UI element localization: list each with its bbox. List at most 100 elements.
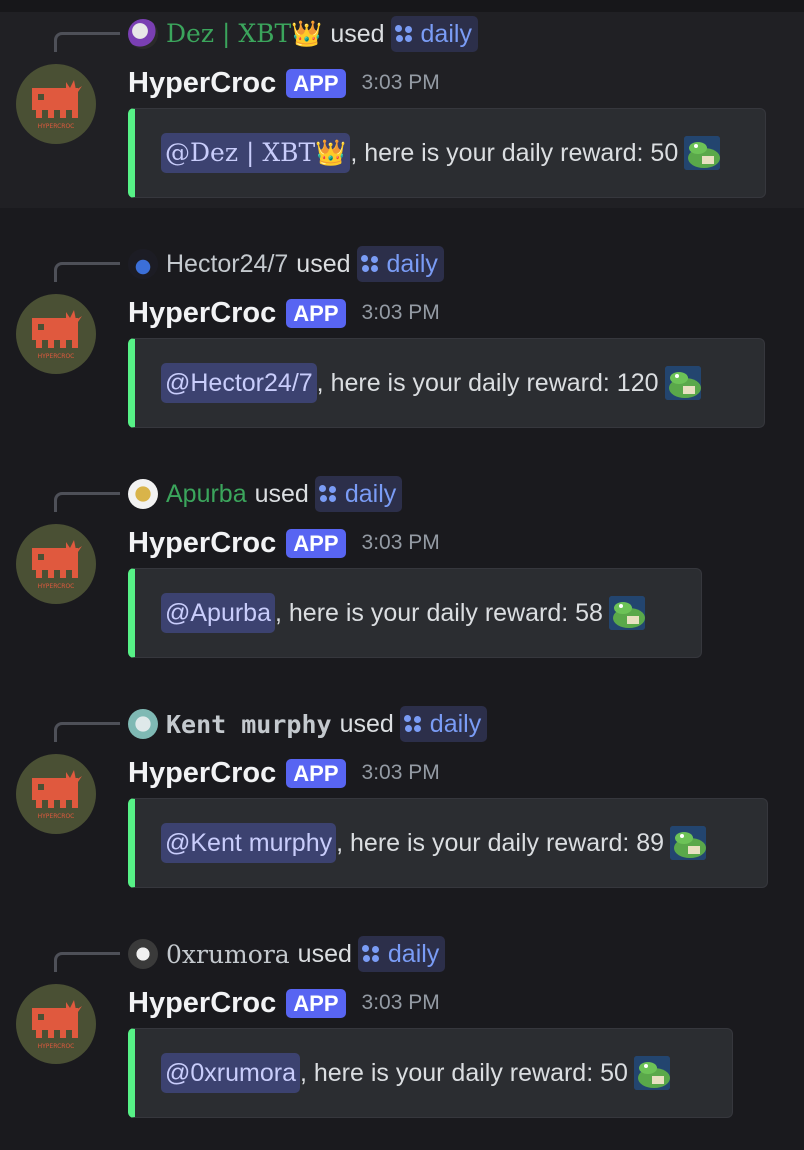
author-row: HyperCroc APP 3:03 PM — [128, 523, 440, 563]
user-mention[interactable]: @0xrumora — [161, 1053, 300, 1093]
reply-connector — [54, 32, 120, 52]
bot-name[interactable]: HyperCroc — [128, 987, 276, 1020]
user-avatar-icon[interactable] — [128, 249, 158, 279]
reply-username[interactable]: Hector24/7 — [166, 250, 288, 279]
timestamp[interactable]: 3:03 PM — [362, 71, 440, 95]
author-row: HyperCroc APP 3:03 PM — [128, 63, 440, 103]
avatar-caption: HYPERCROC — [38, 123, 75, 130]
app-badge: APP — [286, 758, 346, 788]
author-row: HyperCroc APP 3:03 PM — [128, 983, 440, 1023]
reply-connector — [54, 722, 120, 742]
message[interactable]: 0xrumora used daily HYPERCROC HyperCroc … — [0, 932, 804, 1128]
user-mention[interactable]: @Kent murphy — [161, 823, 337, 863]
embed: @Dez | XBT👑 , here is your daily reward:… — [128, 108, 766, 198]
app-badge: APP — [286, 298, 346, 328]
avatar-caption: HYPERCROC — [38, 813, 75, 820]
slash-command-chip[interactable]: daily — [314, 476, 403, 512]
avatar-caption: HYPERCROC — [38, 583, 75, 590]
hypercroc-logo-icon: HYPERCROC — [32, 770, 82, 820]
reply-reference[interactable]: Hector24/7 used daily — [128, 246, 444, 282]
reply-connector — [54, 952, 120, 972]
user-mention[interactable]: @Hector24/7 — [161, 363, 317, 403]
bot-name[interactable]: HyperCroc — [128, 757, 276, 790]
command-icon — [403, 715, 422, 733]
command-icon — [361, 945, 380, 963]
reply-username[interactable]: Kent murphy — [166, 710, 332, 739]
command-icon — [360, 255, 379, 273]
reply-username[interactable]: 0xrumora — [166, 940, 290, 969]
reward-text: , here is your daily reward: 50 — [299, 1058, 628, 1087]
hypercroc-logo-icon: HYPERCROC — [32, 310, 82, 360]
user-avatar-icon[interactable] — [128, 19, 158, 49]
avatar-caption: HYPERCROC — [38, 1043, 75, 1050]
reply-reference[interactable]: Dez | XBT👑 used daily — [128, 16, 478, 52]
command-label: daily — [386, 249, 438, 278]
embed: @Apurba , here is your daily reward: 58 — [128, 568, 702, 658]
command-label: daily — [429, 709, 482, 738]
app-badge: APP — [286, 988, 346, 1018]
bot-avatar[interactable]: HYPERCROC — [16, 64, 96, 144]
hypercroc-logo-icon: HYPERCROC — [32, 1000, 82, 1050]
slash-command-chip[interactable]: daily — [357, 936, 446, 972]
top-strip — [0, 0, 804, 12]
reply-username[interactable]: Apurba — [166, 480, 247, 509]
croc-emoji-icon — [664, 366, 701, 400]
timestamp[interactable]: 3:03 PM — [362, 301, 440, 325]
embed: @Kent murphy , here is your daily reward… — [128, 798, 768, 888]
croc-emoji-icon — [633, 1056, 670, 1090]
bot-avatar[interactable]: HYPERCROC — [16, 984, 96, 1064]
author-row: HyperCroc APP 3:03 PM — [128, 753, 440, 793]
reward-text: , here is your daily reward: 58 — [275, 598, 603, 627]
user-mention[interactable]: @Dez | XBT👑 — [161, 133, 351, 173]
reward-text: , here is your daily reward: 50 — [350, 138, 679, 167]
used-label: used — [339, 709, 394, 738]
command-label: daily — [344, 479, 397, 508]
reply-reference[interactable]: Kent murphy used daily — [128, 706, 488, 742]
bot-name[interactable]: HyperCroc — [128, 297, 276, 330]
command-label: daily — [387, 939, 440, 968]
message[interactable]: Apurba used daily HYPERCROC HyperCroc AP… — [0, 472, 804, 668]
reply-connector — [54, 492, 120, 512]
hypercroc-logo-icon: HYPERCROC — [32, 80, 82, 130]
message[interactable]: Kent murphy used daily HYPERCROC HyperCr… — [0, 702, 804, 898]
command-icon — [394, 25, 413, 43]
embed: @Hector24/7 , here is your daily reward:… — [128, 338, 765, 428]
reply-username[interactable]: Dez | XBT👑 — [166, 19, 322, 49]
bot-avatar[interactable]: HYPERCROC — [16, 754, 96, 834]
embed: @0xrumora , here is your daily reward: 5… — [128, 1028, 733, 1118]
used-label: used — [297, 939, 352, 968]
bot-avatar[interactable]: HYPERCROC — [16, 294, 96, 374]
app-badge: APP — [286, 68, 346, 98]
timestamp[interactable]: 3:03 PM — [362, 761, 440, 785]
croc-emoji-icon — [608, 596, 645, 630]
message[interactable]: Dez | XBT👑 used daily HYPERCROC HyperCro… — [0, 12, 804, 208]
avatar-caption: HYPERCROC — [38, 353, 75, 360]
bot-avatar[interactable]: HYPERCROC — [16, 524, 96, 604]
bot-name[interactable]: HyperCroc — [128, 527, 276, 560]
user-avatar-icon[interactable] — [128, 939, 158, 969]
user-avatar-icon[interactable] — [128, 479, 158, 509]
message[interactable]: Hector24/7 used daily HYPERCROC HyperCro… — [0, 242, 804, 438]
reply-connector — [54, 262, 120, 282]
bot-name[interactable]: HyperCroc — [128, 67, 276, 100]
used-label: used — [254, 479, 309, 508]
croc-emoji-icon — [670, 826, 707, 860]
reply-reference[interactable]: 0xrumora used daily — [128, 936, 446, 972]
reward-text: , here is your daily reward: 120 — [316, 368, 659, 397]
timestamp[interactable]: 3:03 PM — [362, 531, 440, 555]
slash-command-chip[interactable]: daily — [399, 706, 488, 742]
used-label: used — [296, 249, 351, 278]
reply-reference[interactable]: Apurba used daily — [128, 476, 403, 512]
user-mention[interactable]: @Apurba — [161, 593, 275, 633]
slash-command-chip[interactable]: daily — [356, 246, 444, 282]
croc-emoji-icon — [684, 136, 721, 170]
timestamp[interactable]: 3:03 PM — [362, 991, 440, 1015]
command-label: daily — [420, 19, 472, 48]
reward-text: , here is your daily reward: 89 — [336, 828, 665, 857]
command-icon — [318, 485, 337, 503]
used-label: used — [330, 19, 385, 48]
author-row: HyperCroc APP 3:03 PM — [128, 293, 440, 333]
hypercroc-logo-icon: HYPERCROC — [32, 540, 82, 590]
slash-command-chip[interactable]: daily — [390, 16, 478, 52]
user-avatar-icon[interactable] — [128, 709, 158, 739]
